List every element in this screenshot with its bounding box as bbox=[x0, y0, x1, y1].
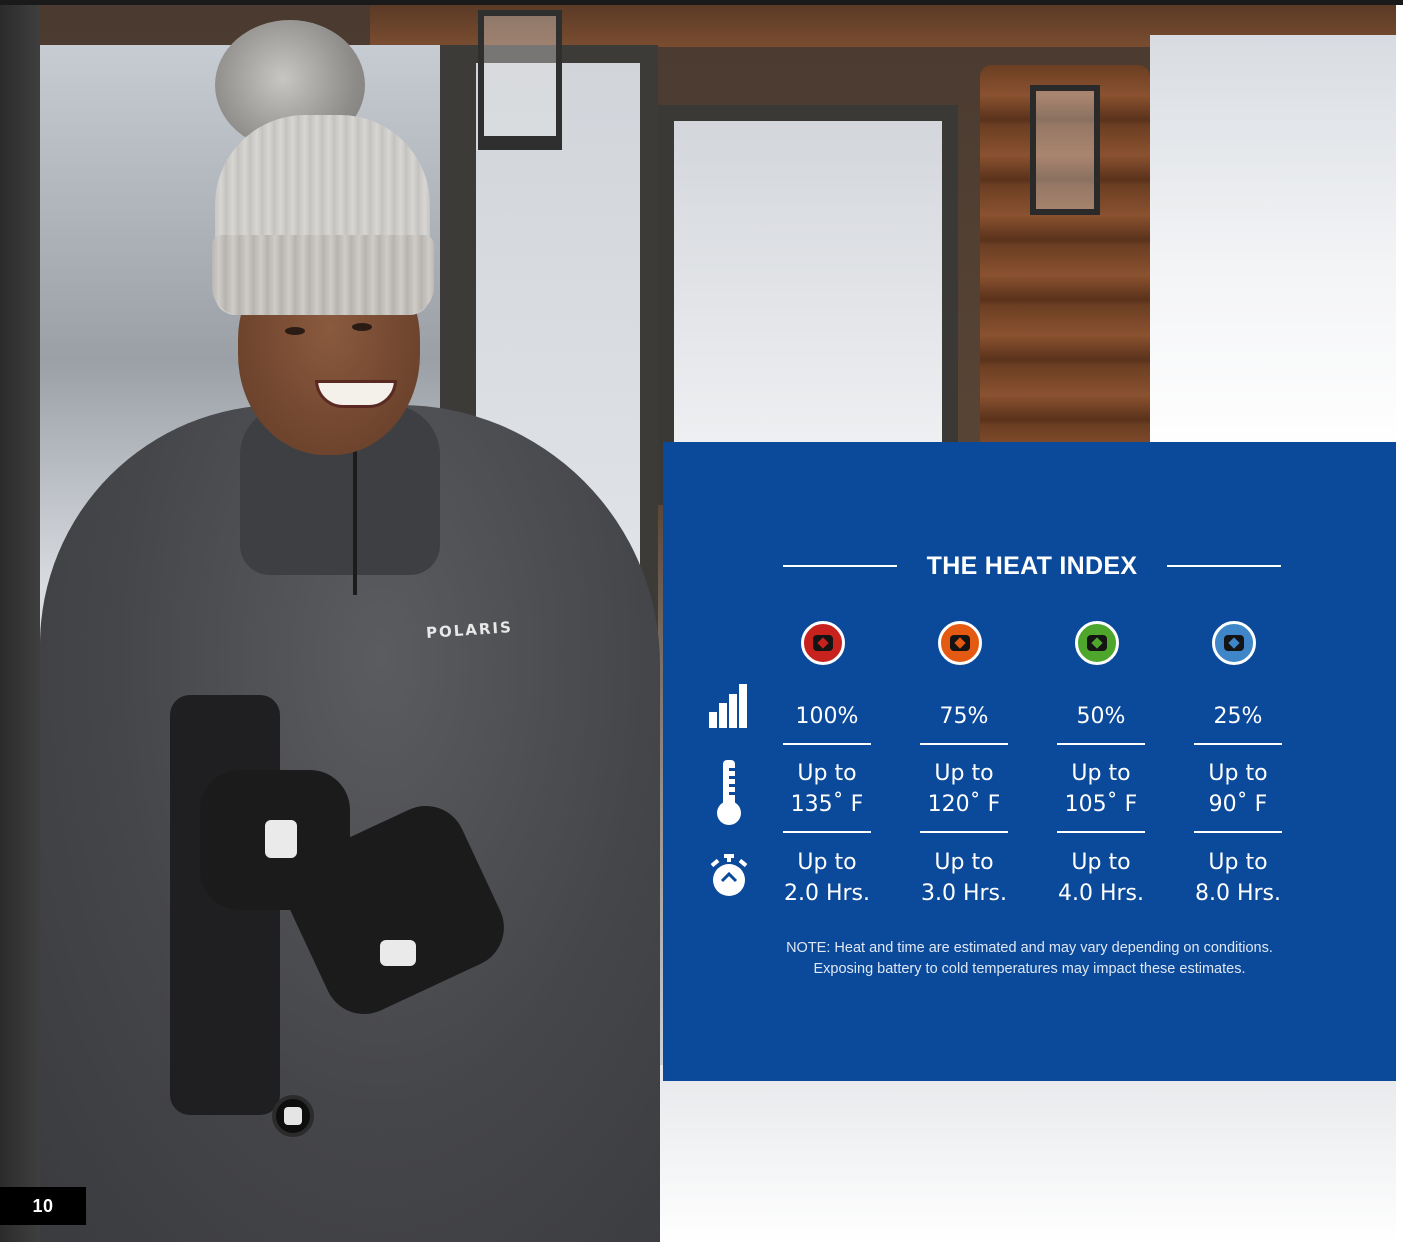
row-divider bbox=[1057, 743, 1145, 745]
temperature-prefix: Up to bbox=[1071, 761, 1131, 786]
power-level: 50% bbox=[1076, 704, 1126, 729]
run-time: Up to 8.0 Hrs. bbox=[1194, 847, 1282, 909]
page-number: 10 bbox=[0, 1187, 86, 1225]
polaris-star-icon bbox=[950, 635, 970, 651]
power-level: 25% bbox=[1213, 704, 1263, 729]
temperature-prefix: Up to bbox=[797, 761, 857, 786]
wall-lamp bbox=[1030, 85, 1100, 215]
snowy-yard bbox=[1150, 35, 1396, 455]
run-time-value: 8.0 Hrs. bbox=[1194, 881, 1282, 906]
max-temperature: Up to 135˚ F bbox=[783, 758, 871, 820]
run-time-prefix: Up to bbox=[934, 850, 994, 875]
temperature-value: 90˚ F bbox=[1208, 792, 1268, 817]
run-time-value: 4.0 Hrs. bbox=[1057, 881, 1145, 906]
row-divider bbox=[1194, 831, 1282, 833]
porch-lamp bbox=[478, 10, 562, 150]
temperature-prefix: Up to bbox=[934, 761, 994, 786]
row-divider bbox=[1194, 743, 1282, 745]
heat-index-title: THE HEAT INDEX bbox=[926, 551, 1138, 580]
heat-level-indicator bbox=[938, 621, 982, 665]
run-time: Up to 4.0 Hrs. bbox=[1057, 847, 1145, 909]
max-temperature: Up to 90˚ F bbox=[1194, 758, 1282, 820]
heat-index-panel: THE HEAT INDEX 100% Up to 135˚ F Up to 2… bbox=[663, 442, 1396, 1081]
polaris-star-icon bbox=[1224, 635, 1244, 651]
power-level: 75% bbox=[939, 704, 989, 729]
signal-strength-icon bbox=[709, 684, 747, 728]
row-divider bbox=[920, 743, 1008, 745]
title-rule-left bbox=[783, 565, 897, 567]
temperature-value: 105˚ F bbox=[1064, 792, 1138, 817]
run-time-value: 2.0 Hrs. bbox=[783, 881, 871, 906]
heat-level-indicator bbox=[801, 621, 845, 665]
beanie-cuff bbox=[212, 235, 434, 315]
row-divider bbox=[1057, 831, 1145, 833]
power-level: 100% bbox=[795, 704, 859, 729]
thermometer-icon bbox=[717, 760, 741, 825]
heat-control-button bbox=[272, 1095, 314, 1137]
note-line-1: NOTE: Heat and time are estimated and ma… bbox=[786, 940, 1273, 956]
run-time-value: 3.0 Hrs. bbox=[920, 881, 1008, 906]
title-rule-right bbox=[1166, 565, 1281, 567]
max-temperature: Up to 120˚ F bbox=[920, 758, 1008, 820]
shirt-zipper bbox=[353, 445, 357, 595]
glove-logo-right bbox=[380, 940, 416, 966]
max-temperature: Up to 105˚ F bbox=[1057, 758, 1145, 820]
disclaimer-note: NOTE: Heat and time are estimated and ma… bbox=[723, 938, 1336, 979]
stopwatch-icon bbox=[710, 854, 748, 896]
run-time-prefix: Up to bbox=[797, 850, 857, 875]
glove-logo-left bbox=[265, 820, 297, 858]
run-time: Up to 2.0 Hrs. bbox=[783, 847, 871, 909]
heat-index-header: THE HEAT INDEX bbox=[783, 548, 1281, 584]
temperature-value: 120˚ F bbox=[927, 792, 1001, 817]
note-line-2: Exposing battery to cold temperatures ma… bbox=[813, 960, 1246, 977]
temperature-value: 135˚ F bbox=[790, 792, 864, 817]
temperature-prefix: Up to bbox=[1208, 761, 1268, 786]
run-time: Up to 3.0 Hrs. bbox=[920, 847, 1008, 909]
row-divider bbox=[783, 831, 871, 833]
model-eye-right bbox=[352, 323, 372, 331]
heat-level-indicator bbox=[1212, 621, 1256, 665]
polaris-star-icon bbox=[813, 635, 833, 651]
run-time-prefix: Up to bbox=[1208, 850, 1268, 875]
heat-level-indicator bbox=[1075, 621, 1119, 665]
run-time-prefix: Up to bbox=[1071, 850, 1131, 875]
row-divider bbox=[783, 743, 871, 745]
row-divider bbox=[920, 831, 1008, 833]
window-frame bbox=[0, 5, 40, 1242]
model-eye-left bbox=[285, 327, 305, 335]
snow-ground bbox=[600, 1065, 1396, 1242]
polaris-star-icon bbox=[1087, 635, 1107, 651]
